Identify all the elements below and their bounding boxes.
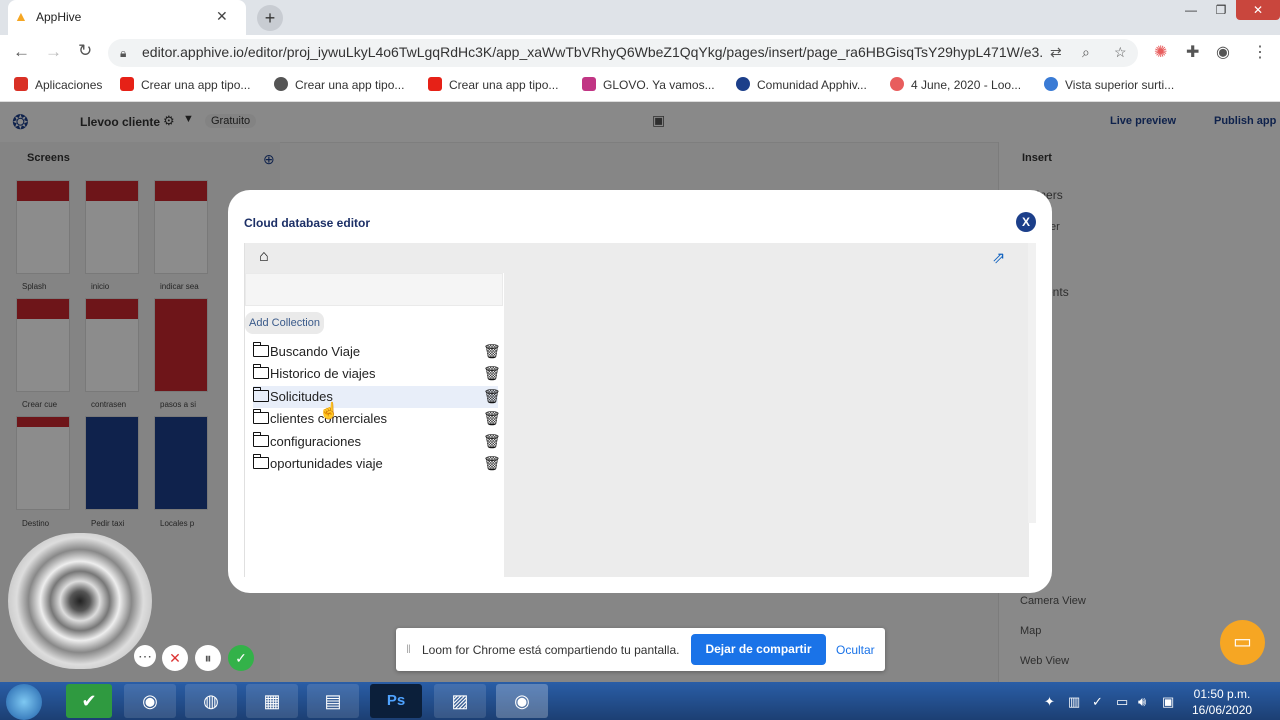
volume-icon[interactable]: 🔊︎ (1138, 694, 1146, 710)
bookmark-item[interactable]: Crear una app tipo... (120, 77, 250, 92)
tray-app-icon[interactable]: ✦ (1044, 694, 1055, 710)
trash-icon[interactable]: 🗑︎ (483, 433, 501, 450)
collection-row[interactable]: Solicitudes 🗑︎ (252, 386, 501, 408)
drag-handle-icon[interactable]: ‖ (406, 642, 411, 656)
sticky-notes-icon[interactable]: ▨ (434, 684, 486, 718)
modal-close-button[interactable]: X (1016, 212, 1036, 232)
folder-icon (252, 454, 269, 469)
open-external-icon[interactable]: ⇗ (992, 248, 1005, 268)
taskbar-clock[interactable]: 01:50 p.m. 16/06/2020 (1192, 686, 1252, 718)
apphive-community-icon (736, 77, 750, 91)
finish-recording-icon[interactable]: ✓ (228, 645, 254, 671)
folder-icon (252, 342, 269, 357)
tray-folder-icon[interactable]: ▥ (1068, 694, 1080, 710)
bookmark-item[interactable]: GLOVO. Ya vamos... (582, 77, 715, 92)
zoom-icon[interactable]: ⌕ (1082, 44, 1090, 61)
profile-avatar[interactable]: ◉ (1216, 42, 1230, 62)
scrollbar[interactable] (1028, 243, 1036, 523)
collection-row[interactable]: configuraciones 🗑︎ (252, 431, 501, 453)
globe-icon (274, 77, 288, 91)
collection-row[interactable]: Historico de viajes 🗑︎ (252, 363, 501, 385)
url-text[interactable]: editor.apphive.io/editor/proj_iywuLkyL4o… (142, 44, 1042, 60)
hide-link[interactable]: Ocultar (836, 643, 875, 657)
tray-monitor-icon[interactable]: ▭ (1116, 694, 1128, 710)
collection-row[interactable]: Buscando Viaje 🗑︎ (252, 341, 501, 363)
trash-icon[interactable]: 🗑︎ (483, 410, 501, 427)
add-collection-button[interactable]: Add Collection (245, 312, 324, 334)
tab-title: AppHive (36, 10, 82, 24)
tray-check-icon[interactable]: ✓ (1092, 694, 1103, 710)
trash-icon[interactable]: 🗑︎ (483, 388, 501, 405)
modal-title: Cloud database editor (244, 216, 371, 230)
clock-date: 16/06/2020 (1192, 703, 1253, 717)
photoshop-icon[interactable]: Ps (370, 684, 422, 718)
collection-name: Historico de viajes (270, 366, 376, 381)
loom-extension-icon[interactable]: ✺ (1154, 42, 1167, 62)
file-explorer-icon[interactable]: ▤ (307, 684, 359, 718)
lock-icon[interactable]: 🔒︎ (120, 46, 126, 61)
instagram-icon (582, 77, 596, 91)
pause-recording-icon[interactable]: ⏸ (195, 645, 221, 671)
bookmark-item[interactable]: Crear una app tipo... (428, 77, 558, 92)
ext-icon (1044, 77, 1058, 91)
collection-path-bar (245, 273, 503, 306)
chrome-active-icon[interactable]: ◉ (496, 684, 548, 718)
bookmark-item[interactable]: Aplicaciones (14, 77, 102, 92)
folder-icon (252, 387, 269, 402)
bookmark-item[interactable]: Vista superior surti... (1044, 77, 1174, 92)
chrome-icon[interactable]: ◉ (124, 684, 176, 718)
trash-icon[interactable]: 🗑︎ (483, 365, 501, 382)
new-tab-button[interactable]: + (257, 5, 283, 31)
collection-name: Buscando Viaje (270, 344, 361, 359)
calculator-icon[interactable]: ▦ (246, 684, 298, 718)
apphive-icon: ▲ (14, 8, 28, 24)
mouse-cursor-icon: ☝ (319, 403, 339, 420)
more-options-icon[interactable]: ⋯ (134, 645, 156, 667)
tab-close-icon[interactable]: ✕ (216, 8, 228, 25)
youtube-icon (428, 77, 442, 91)
screen-share-message: Loom for Chrome está compartiendo tu pan… (422, 643, 680, 657)
stop-sharing-button[interactable]: Dejar de compartir (691, 634, 826, 665)
firefox-icon[interactable]: ◍ (185, 684, 237, 718)
loom-camera-bubble[interactable] (8, 533, 152, 669)
trash-icon[interactable]: 🗑︎ (483, 343, 501, 360)
start-button[interactable] (6, 684, 42, 720)
collection-row[interactable]: clientes comerciales 🗑︎ (252, 408, 501, 430)
collection-name: configuraciones (270, 434, 362, 449)
back-arrow-icon[interactable]: ← (13, 42, 30, 62)
forward-arrow-icon[interactable]: → (45, 42, 62, 62)
bookmark-item[interactable]: Comunidad Apphiv... (736, 77, 867, 92)
folder-icon (252, 409, 269, 424)
maximize-window-button[interactable]: ❐ (1206, 0, 1236, 20)
reload-icon[interactable]: ↻ (78, 41, 92, 61)
extensions-puzzle-icon[interactable]: ✚ (1186, 42, 1199, 62)
trash-icon[interactable]: 🗑︎ (483, 455, 501, 472)
clock-time: 01:50 p.m. (1193, 687, 1251, 701)
collection-name: oportunidades viaje (270, 456, 383, 471)
bookmark-item[interactable]: Crear una app tipo... (274, 77, 404, 92)
close-window-button[interactable]: ✕ (1236, 0, 1280, 20)
youtube-icon (120, 77, 134, 91)
browser-menu-icon[interactable]: ⋮ (1252, 42, 1268, 62)
cancel-recording-icon[interactable]: ✕ (162, 645, 188, 671)
folder-icon (252, 432, 269, 447)
apps-grid-icon (14, 77, 28, 91)
bookmark-star-icon[interactable]: ☆ (1114, 44, 1127, 61)
chat-icon[interactable]: ▭ (1220, 620, 1265, 665)
folder-icon (252, 364, 269, 379)
minimize-window-button[interactable]: — (1176, 0, 1206, 20)
translate-icon[interactable]: ⇄ (1050, 44, 1062, 61)
app-check-icon[interactable]: ✔ (66, 684, 112, 718)
loom-icon (890, 77, 904, 91)
home-icon[interactable]: ⌂ (259, 248, 269, 266)
collection-row[interactable]: oportunidades viaje 🗑︎ (252, 453, 501, 475)
bookmark-item[interactable]: 4 June, 2020 - Loo... (890, 77, 1021, 92)
network-icon[interactable]: ▣ (1162, 694, 1174, 710)
